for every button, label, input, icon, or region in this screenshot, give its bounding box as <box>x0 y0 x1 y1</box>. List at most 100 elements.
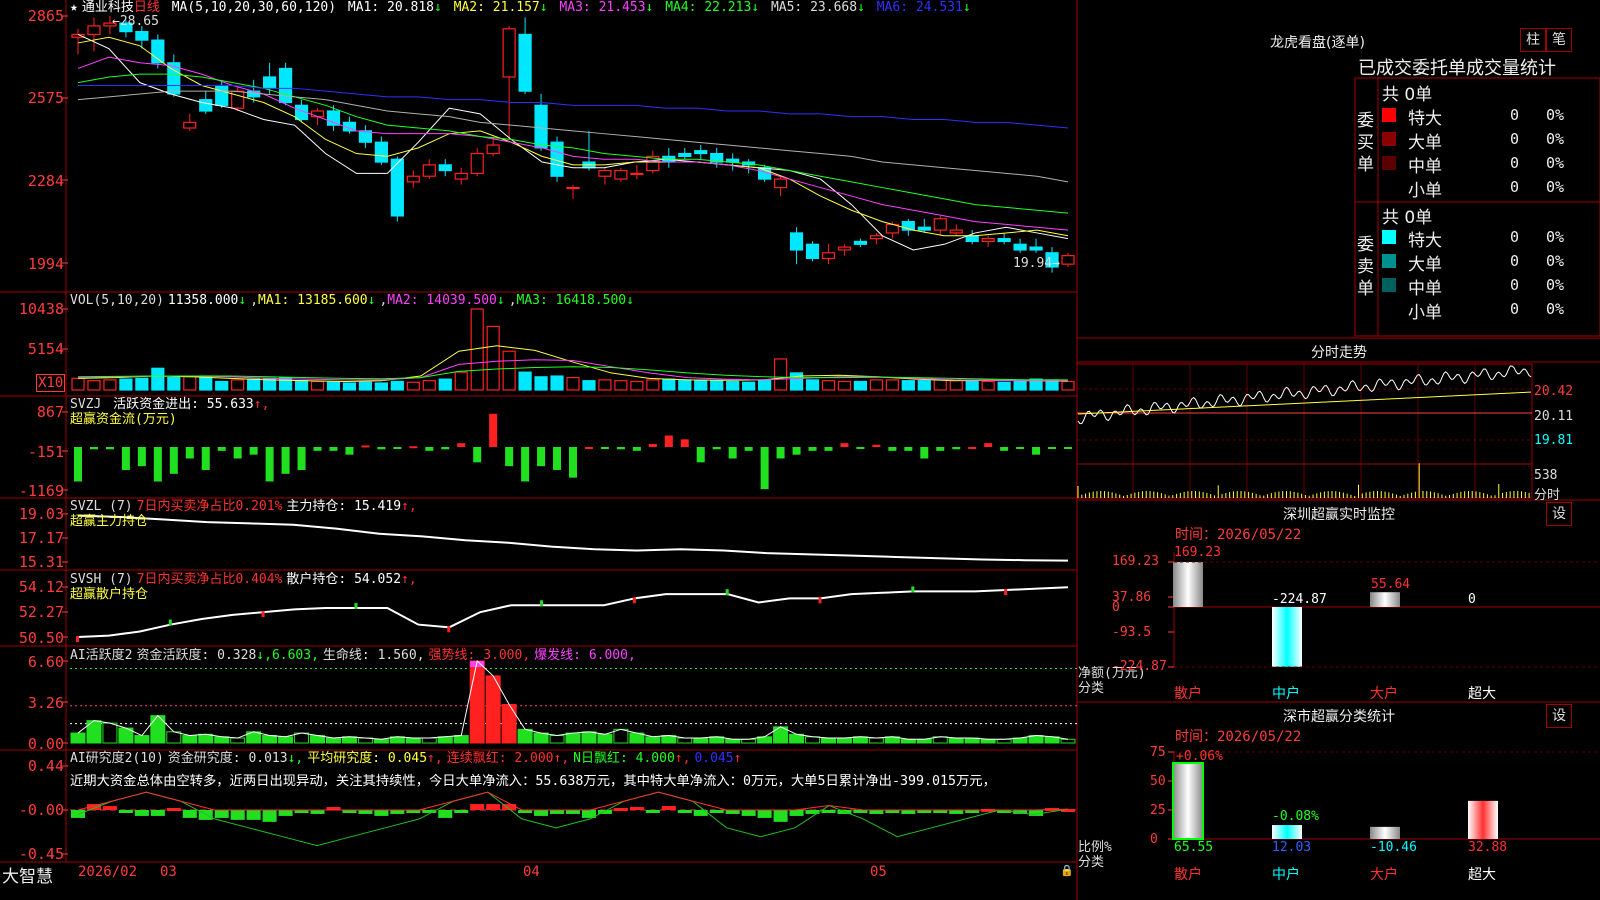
ai2-bar <box>374 810 389 816</box>
sz-monitor-settings-button[interactable]: 设 <box>1546 502 1572 526</box>
volume-bar <box>773 358 788 391</box>
sz-class-val-1: 12.03 <box>1272 840 1312 855</box>
buy-l-value: 0 <box>1510 130 1520 148</box>
svsh-line <box>77 586 1069 638</box>
volume-header: VOL(5,10,20) 11358.000↓ ,MA1: 13185.600↓ ,M… <box>70 293 634 308</box>
svzj-bar <box>616 447 625 450</box>
sell-count: 共 0单 <box>1382 208 1433 228</box>
sz-monitor-bar-大户 <box>1370 592 1400 607</box>
candle-body <box>1061 255 1075 265</box>
ai1-bar <box>916 738 932 744</box>
volume-bar <box>933 379 947 391</box>
ai1-bar <box>421 737 437 744</box>
ai2-bar <box>789 810 804 816</box>
ai2-bar <box>134 810 149 816</box>
volume-bar <box>71 377 85 391</box>
candle-body <box>853 240 868 245</box>
svzj-bar <box>600 447 609 449</box>
svzj-bar <box>1048 447 1057 449</box>
svzj-bar <box>265 447 274 482</box>
ai2-bar <box>262 810 277 822</box>
svzj-bar <box>441 447 450 450</box>
ai1-bar <box>373 738 389 744</box>
volume-bar <box>103 379 117 391</box>
volume-bar <box>949 379 963 391</box>
volume-bar <box>119 378 133 391</box>
svsh-marker <box>354 602 358 609</box>
svzj-bar <box>680 439 689 447</box>
svsh-marker <box>725 589 729 596</box>
sell-l-swatch <box>1382 254 1396 268</box>
bar-view-button[interactable]: 柱 <box>1520 28 1546 52</box>
svsh-marker <box>540 600 544 607</box>
svsh-marker <box>76 636 79 642</box>
sz-monitor-cat-3: 超大 <box>1468 686 1496 702</box>
ai2-bar <box>310 810 325 814</box>
volume-bar <box>167 376 181 391</box>
svzj-bar <box>425 447 434 451</box>
volume-bar <box>853 380 868 391</box>
svzj-bar <box>329 447 338 451</box>
period-label[interactable]: 日线 <box>134 0 160 15</box>
svzj-bar <box>936 447 945 451</box>
ai2-bar <box>230 810 245 820</box>
svzj-bar <box>1000 447 1009 451</box>
ai2-bar <box>454 810 469 813</box>
buy-l-label: 大单 <box>1408 133 1442 153</box>
buy-count: 共 0单 <box>1382 85 1433 105</box>
stock-name[interactable]: 通业科技 <box>82 0 134 15</box>
volume-bar <box>598 379 612 391</box>
volume-bar <box>374 382 388 391</box>
volume-bar <box>630 380 644 391</box>
sz-class-title: 深市超赢分类统计 <box>1283 709 1395 725</box>
ai1-bar <box>453 735 469 744</box>
buy-l-swatch <box>1382 132 1396 146</box>
ma1-readout: MA1: 20.818↓ <box>347 0 442 15</box>
volume-bar <box>231 379 245 391</box>
volume-bar <box>87 380 101 391</box>
ai2-bar <box>869 810 884 814</box>
svzl-line <box>77 514 1069 562</box>
volume-bar <box>247 378 261 391</box>
volume-bar <box>534 376 548 391</box>
date-label-feb: 2026/02 <box>78 864 138 880</box>
tick-view-button[interactable]: 笔 <box>1546 28 1572 52</box>
ai2-bar <box>725 810 740 814</box>
volume-bar <box>326 381 341 391</box>
intraday-y-high: 20.42 <box>1534 384 1574 399</box>
lock-icon[interactable]: 🔒 <box>1060 864 1074 877</box>
favorite-star-icon[interactable]: ★ <box>70 0 78 15</box>
svzj-bar <box>696 447 705 463</box>
ai1-bar <box>549 735 565 744</box>
svsh-marker <box>632 597 636 604</box>
candle-body <box>917 226 931 231</box>
ai2-bar <box>709 810 724 813</box>
sz-class-settings-button[interactable]: 设 <box>1546 704 1572 728</box>
buy-m-value: 0 <box>1510 154 1520 172</box>
volume-bar <box>566 376 580 391</box>
svzj-bar <box>984 443 993 447</box>
ai1-bar <box>437 736 453 744</box>
candle-body <box>949 229 963 234</box>
buy-m-pct: 0% <box>1546 154 1565 172</box>
ai1-bar <box>980 738 996 744</box>
volume-bar <box>550 375 564 391</box>
ai1-bar <box>900 738 916 744</box>
ai2-bar <box>486 804 501 810</box>
candle-body <box>789 232 804 251</box>
date-label-mar: 03 <box>160 864 177 880</box>
sz-class-ytick-0: 75 <box>1150 745 1166 760</box>
volume-bar <box>965 380 979 391</box>
svzj-bar <box>457 443 466 447</box>
volume-bar <box>710 380 724 391</box>
ai2-line <box>77 791 1069 847</box>
volume-bar <box>486 325 500 391</box>
svzl-subtitle: 超赢主力持仓 <box>70 514 149 529</box>
svzj-bar <box>249 447 258 455</box>
sell-s-label: 小单 <box>1408 303 1442 323</box>
brand-logo: 大智慧 <box>2 867 53 887</box>
buy-xl-value: 0 <box>1510 106 1520 124</box>
ai1-bar <box>102 722 118 744</box>
ai1-header: AI活跃度2 资金活跃度: 0.328↓,6.603, 生命线: 1.560, 强势线… <box>70 648 636 663</box>
volume-bar <box>837 380 852 391</box>
